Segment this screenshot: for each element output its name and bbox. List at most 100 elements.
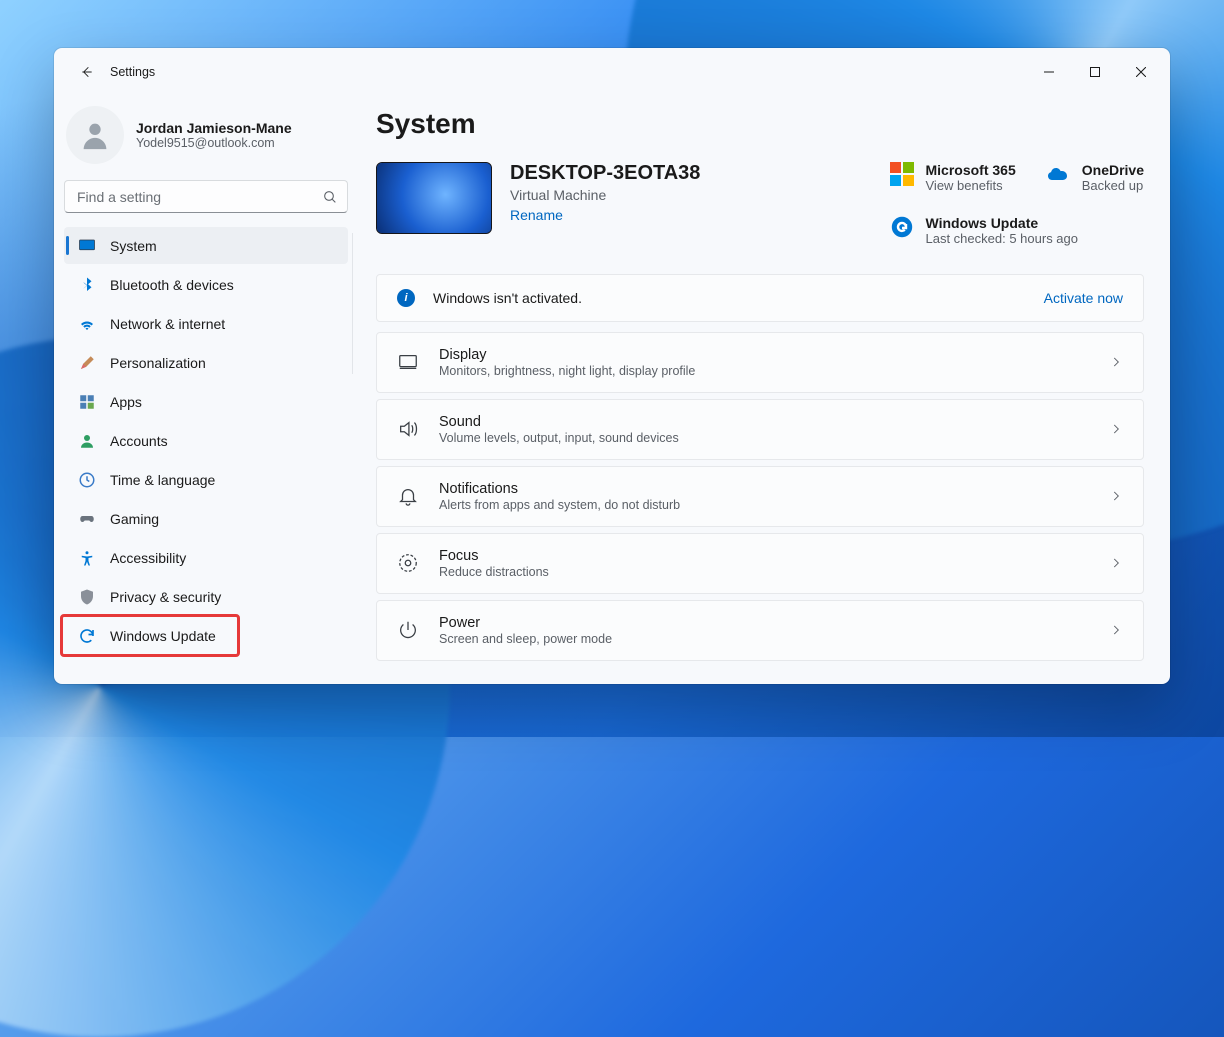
pc-info-block[interactable]: DESKTOP-3EOTA38 Virtual Machine Rename (376, 162, 700, 234)
nav-accessibility[interactable]: Accessibility (64, 539, 348, 576)
card-title: Power (439, 615, 1091, 631)
brush-icon (78, 354, 96, 372)
chevron-right-icon (1109, 623, 1123, 637)
shortcut-onedrive[interactable]: OneDrive Backed up (1046, 162, 1144, 195)
shortcut-sub: Last checked: 5 hours ago (926, 231, 1079, 248)
bell-icon (395, 483, 421, 509)
system-icon (78, 237, 96, 255)
nav-accounts[interactable]: Accounts (64, 422, 348, 459)
onedrive-icon (1046, 162, 1070, 186)
nav-windows-update[interactable]: Windows Update (64, 617, 348, 654)
activate-now-link[interactable]: Activate now (1044, 290, 1123, 306)
shortcut-windows-update[interactable]: Windows Update Last checked: 5 hours ago (890, 215, 1145, 248)
card-title: Notifications (439, 481, 1091, 497)
nav-gaming[interactable]: Gaming (64, 500, 348, 537)
card-sub: Monitors, brightness, night light, displ… (439, 364, 1091, 378)
update-icon (890, 215, 914, 239)
wifi-icon (78, 315, 96, 333)
nav-network[interactable]: Network & internet (64, 305, 348, 342)
clock-icon (78, 471, 96, 489)
pc-name: DESKTOP-3EOTA38 (510, 162, 700, 185)
avatar-icon (78, 118, 112, 152)
chevron-right-icon (1109, 556, 1123, 570)
power-icon (395, 617, 421, 643)
chevron-right-icon (1109, 489, 1123, 503)
maximize-icon (1090, 67, 1100, 77)
focus-icon (395, 550, 421, 576)
shield-icon (78, 588, 96, 606)
sound-icon (395, 416, 421, 442)
person-icon (78, 432, 96, 450)
close-button[interactable] (1118, 56, 1164, 88)
nav-label: Bluetooth & devices (110, 277, 234, 293)
pc-type: Virtual Machine (510, 187, 700, 203)
nav-label: Windows Update (110, 628, 216, 644)
display-icon (395, 349, 421, 375)
settings-window: Settings Jordan Jamieson-Mane Yodel9515@… (54, 48, 1170, 684)
user-account-block[interactable]: Jordan Jamieson-Mane Yodel9515@outlook.c… (64, 96, 348, 178)
nav-label: Apps (110, 394, 142, 410)
info-icon: i (397, 289, 415, 307)
nav: System Bluetooth & devices Network & int… (64, 227, 348, 654)
close-icon (1136, 67, 1146, 77)
nav-label: Network & internet (110, 316, 225, 332)
nav-system[interactable]: System (64, 227, 348, 264)
back-button[interactable] (70, 55, 104, 89)
nav-label: Personalization (110, 355, 206, 371)
minimize-icon (1044, 67, 1054, 77)
card-title: Sound (439, 414, 1091, 430)
nav-label: Gaming (110, 511, 159, 527)
user-email: Yodel9515@outlook.com (136, 136, 292, 150)
minimize-button[interactable] (1026, 56, 1072, 88)
bluetooth-icon (78, 276, 96, 294)
page-title: System (376, 108, 1144, 140)
card-sub: Screen and sleep, power mode (439, 632, 1091, 646)
gamepad-icon (78, 510, 96, 528)
nav-label: Accessibility (110, 550, 186, 566)
window-title: Settings (110, 65, 155, 79)
shortcut-title: Microsoft 365 (926, 162, 1016, 178)
nav-label: Accounts (110, 433, 168, 449)
sidebar: Jordan Jamieson-Mane Yodel9515@outlook.c… (54, 96, 358, 684)
card-title: Display (439, 347, 1091, 363)
search-icon (322, 189, 338, 205)
nav-label: Privacy & security (110, 589, 221, 605)
chevron-right-icon (1109, 355, 1123, 369)
banner-text: Windows isn't activated. (433, 290, 582, 306)
nav-privacy[interactable]: Privacy & security (64, 578, 348, 615)
card-notifications[interactable]: NotificationsAlerts from apps and system… (376, 466, 1144, 527)
back-arrow-icon (79, 64, 95, 80)
card-sub: Reduce distractions (439, 565, 1091, 579)
user-name: Jordan Jamieson-Mane (136, 120, 292, 136)
nav-personalization[interactable]: Personalization (64, 344, 348, 381)
card-power[interactable]: PowerScreen and sleep, power mode (376, 600, 1144, 661)
nav-apps[interactable]: Apps (64, 383, 348, 420)
rename-link[interactable]: Rename (510, 207, 563, 223)
avatar (66, 106, 124, 164)
shortcut-microsoft365[interactable]: Microsoft 365 View benefits (890, 162, 1016, 195)
shortcut-title: OneDrive (1082, 162, 1144, 178)
apps-icon (78, 393, 96, 411)
card-sub: Alerts from apps and system, do not dist… (439, 498, 1091, 512)
microsoft-logo-icon (890, 162, 914, 186)
card-display[interactable]: DisplayMonitors, brightness, night light… (376, 332, 1144, 393)
shortcut-sub: View benefits (926, 178, 1016, 195)
search-wrap (64, 180, 348, 213)
titlebar: Settings (54, 48, 1170, 96)
update-icon (78, 627, 96, 645)
card-sound[interactable]: SoundVolume levels, output, input, sound… (376, 399, 1144, 460)
activation-banner: i Windows isn't activated. Activate now (376, 274, 1144, 322)
card-title: Focus (439, 548, 1091, 564)
shortcut-title: Windows Update (926, 215, 1079, 231)
maximize-button[interactable] (1072, 56, 1118, 88)
nav-bluetooth[interactable]: Bluetooth & devices (64, 266, 348, 303)
search-input[interactable] (64, 180, 348, 213)
nav-label: System (110, 238, 157, 254)
card-focus[interactable]: FocusReduce distractions (376, 533, 1144, 594)
card-sub: Volume levels, output, input, sound devi… (439, 431, 1091, 445)
nav-label: Time & language (110, 472, 215, 488)
nav-time-language[interactable]: Time & language (64, 461, 348, 498)
pc-thumbnail (376, 162, 492, 234)
accessibility-icon (78, 549, 96, 567)
main-content: System DESKTOP-3EOTA38 Virtual Machine R… (358, 96, 1170, 684)
